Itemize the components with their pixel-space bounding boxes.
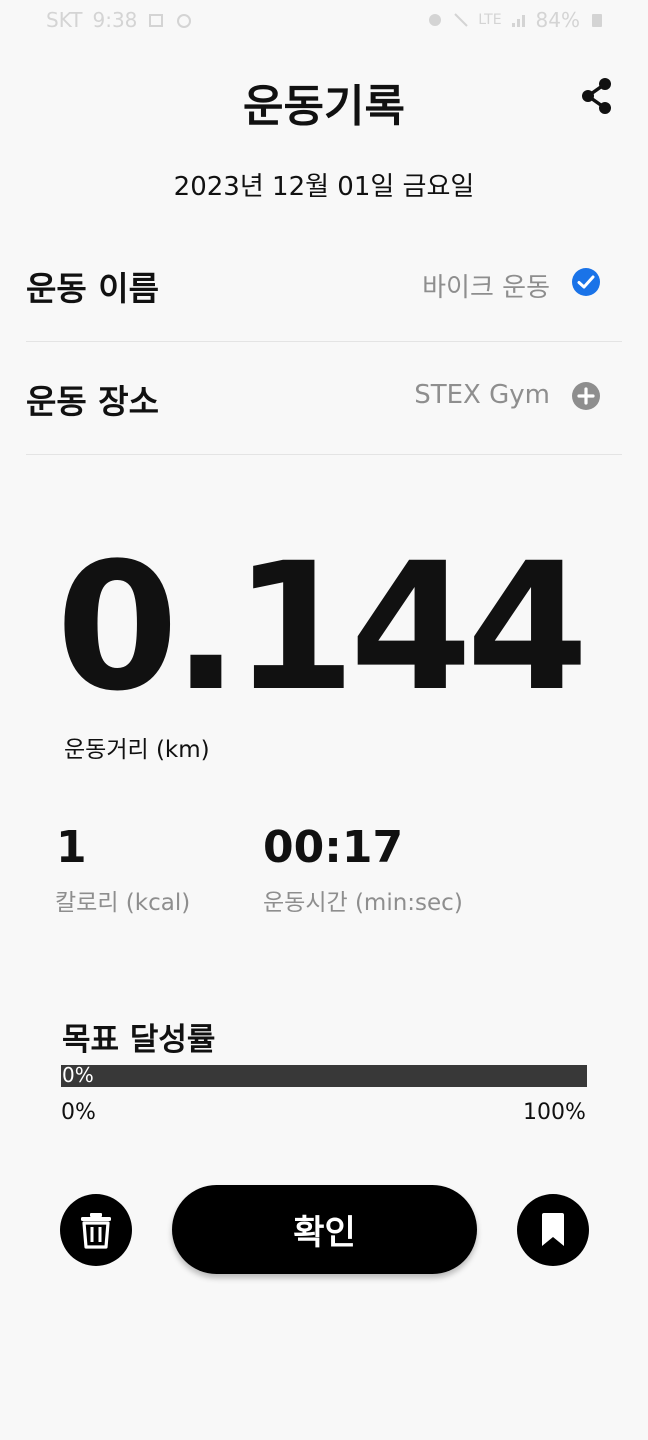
alarm-icon xyxy=(429,14,442,26)
notification-icon xyxy=(177,14,192,28)
progress-max-label: 100% xyxy=(523,1100,586,1125)
duration-label: 운동시간 (min:sec) xyxy=(263,890,463,916)
share-icon[interactable] xyxy=(578,74,618,118)
carrier-text: SKT xyxy=(46,8,83,32)
battery-icon xyxy=(592,14,602,27)
battery-percent: 84% xyxy=(535,8,580,32)
date-label[interactable]: 2023년 12월 01일 금요일 xyxy=(0,166,648,203)
exercise-name-value: 바이크 운동 xyxy=(422,273,550,303)
duration-value: 00:17 xyxy=(263,822,404,873)
status-right: LTE 84% xyxy=(426,8,606,32)
calories-value: 1 xyxy=(56,822,87,873)
exercise-location-row[interactable]: 운동 장소 STEX Gym xyxy=(26,341,622,455)
goal-progress-bar: 0% xyxy=(61,1063,587,1087)
exercise-name-label: 운동 이름 xyxy=(26,269,159,308)
plus-circle-icon[interactable] xyxy=(571,381,601,411)
exercise-location-value: STEX Gym xyxy=(414,380,550,410)
confirm-button[interactable]: 확인 xyxy=(172,1185,477,1274)
mute-icon xyxy=(454,13,468,27)
distance-value: 0.144 xyxy=(56,525,589,730)
goal-progress-label: 0% xyxy=(62,1063,94,1087)
network-text: LTE xyxy=(478,12,502,28)
trash-icon xyxy=(81,1213,111,1249)
bookmark-button[interactable] xyxy=(517,1194,589,1266)
clock-text: 9:38 xyxy=(92,8,138,32)
exercise-name-row[interactable]: 운동 이름 바이크 운동 xyxy=(26,228,622,342)
calories-label: 칼로리 (kcal) xyxy=(55,890,191,916)
status-left: SKT 9:38 xyxy=(46,8,193,32)
exercise-location-label: 운동 장소 xyxy=(26,382,159,421)
bookmark-icon xyxy=(542,1213,564,1246)
status-bar: SKT 9:38 LTE 84% xyxy=(0,0,648,44)
delete-button[interactable] xyxy=(60,1194,132,1266)
goal-title: 목표 달성률 xyxy=(62,1022,216,1058)
notification-icon xyxy=(149,14,164,27)
distance-label: 운동거리 (km) xyxy=(64,737,210,763)
check-circle-icon[interactable] xyxy=(571,267,601,297)
progress-min-label: 0% xyxy=(61,1100,96,1125)
page-title: 운동기록 xyxy=(243,81,405,132)
signal-icon xyxy=(511,15,525,27)
